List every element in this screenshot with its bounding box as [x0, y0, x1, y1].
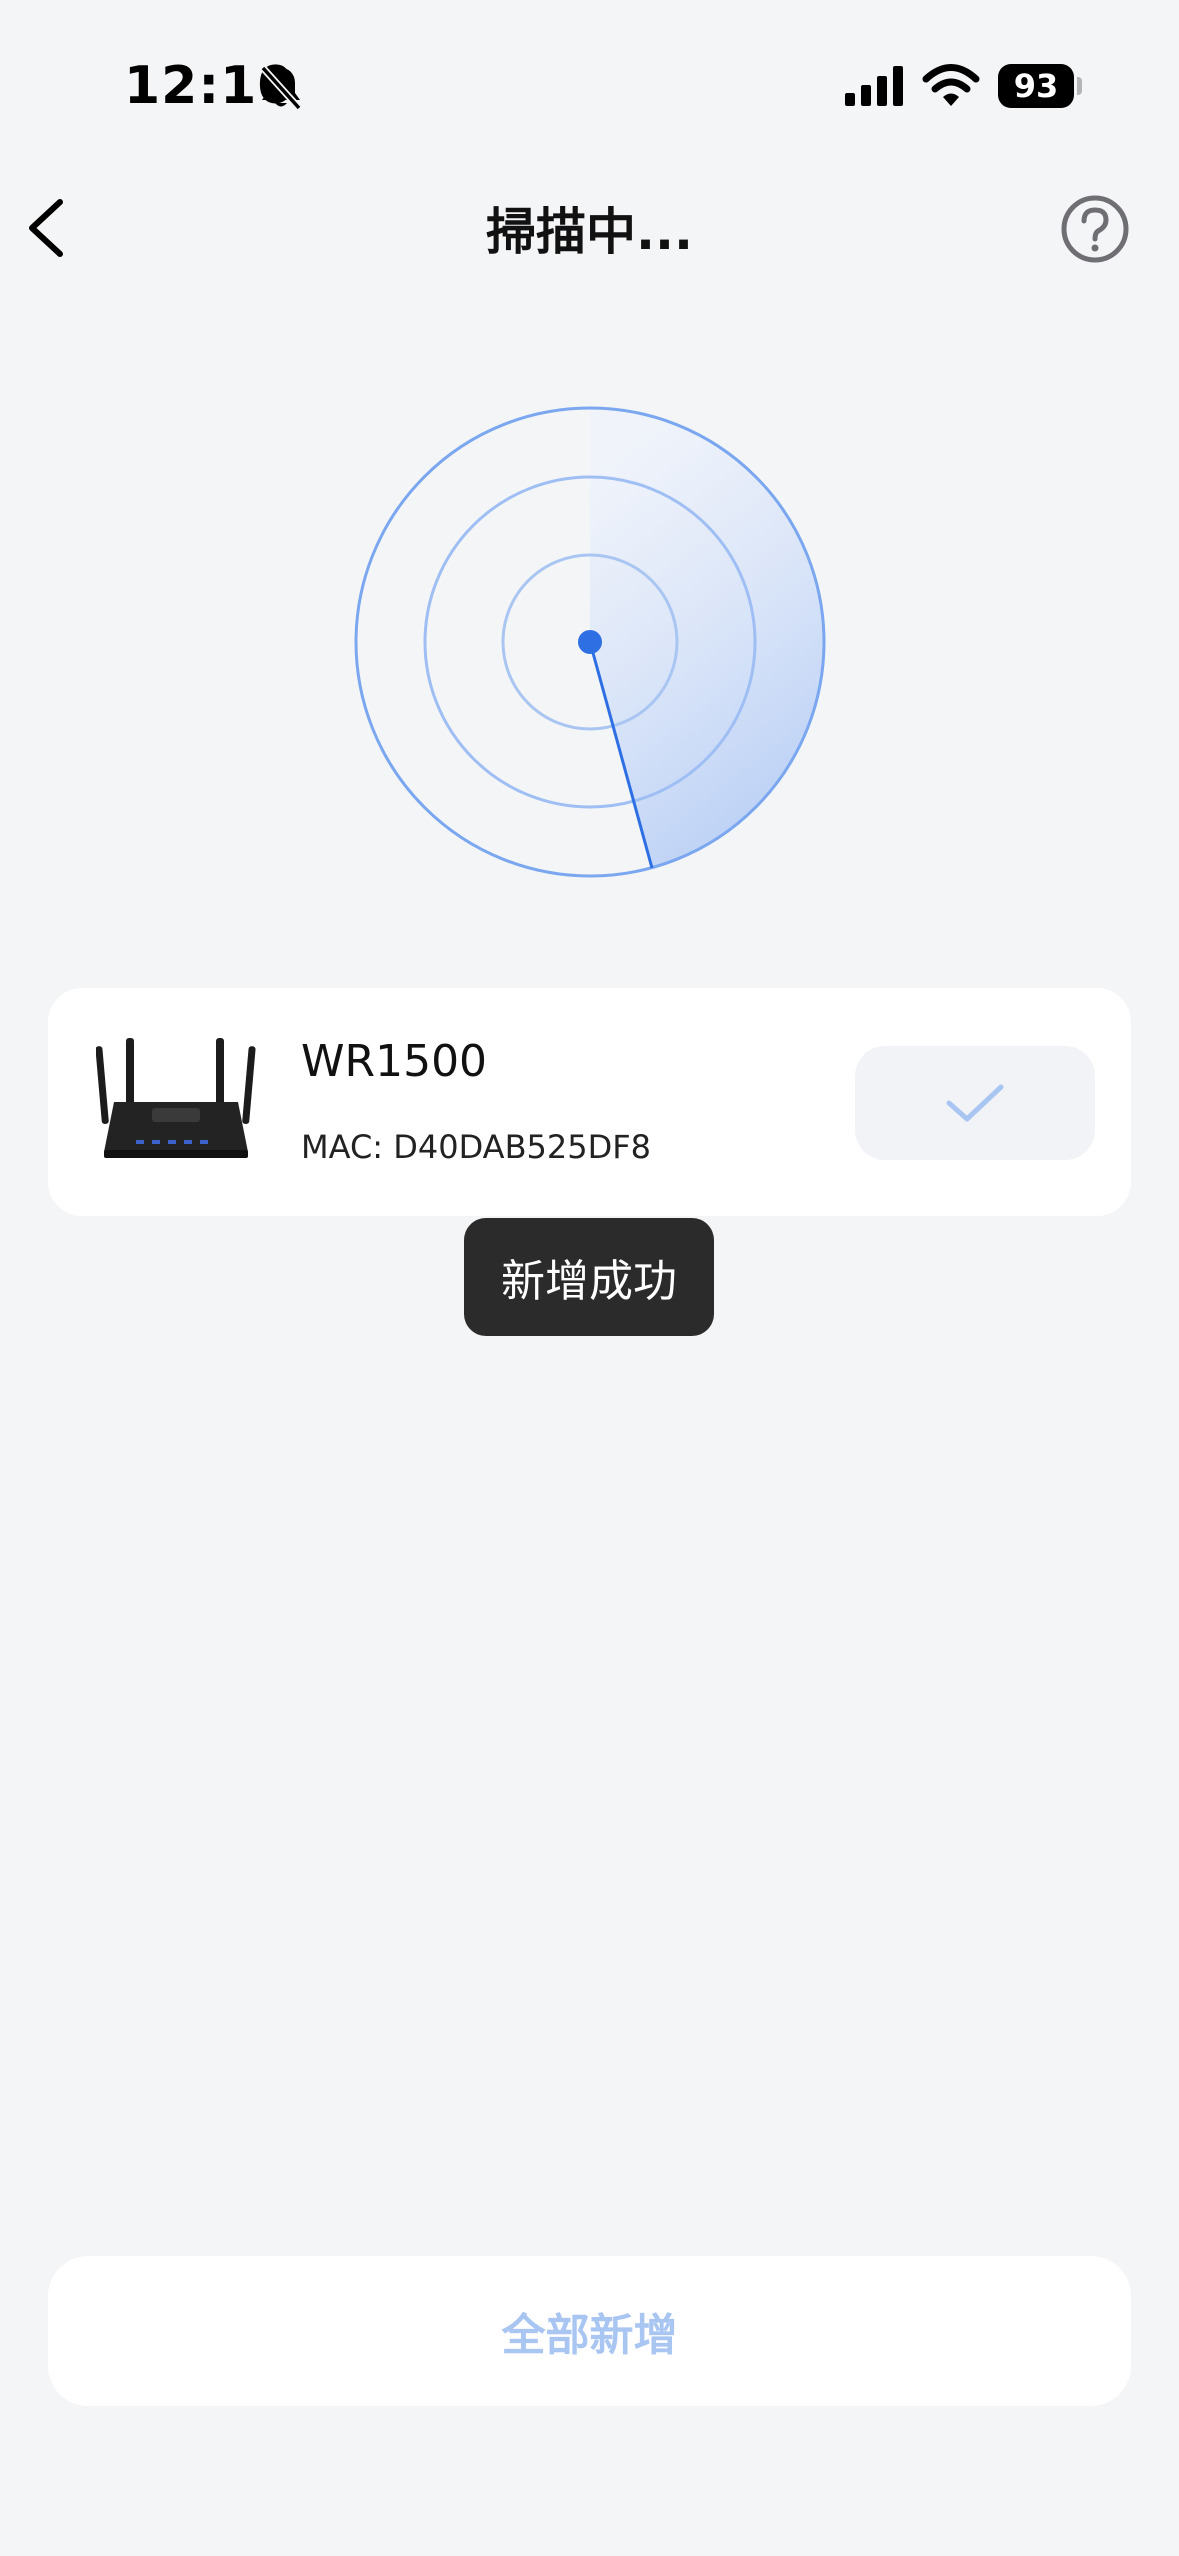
- add-all-button[interactable]: 全部新增: [48, 2256, 1131, 2406]
- bell-slash-icon: [260, 65, 302, 111]
- radar-sweep: [590, 407, 826, 868]
- device-name: WR1500: [301, 1036, 488, 1087]
- battery-icon: 93: [998, 64, 1074, 108]
- toast-message: 新增成功: [464, 1218, 714, 1336]
- battery-tip: [1077, 77, 1082, 95]
- checkmark-icon: [946, 1084, 1004, 1122]
- device-added-button[interactable]: [855, 1046, 1095, 1160]
- page-title: 掃描中...: [486, 203, 693, 261]
- radar-center-dot: [578, 630, 602, 654]
- scan-screen: 12:10 93 掃描中... WR1500 MAC: D40DAB525DF8…: [0, 0, 1179, 2556]
- status-bar: 12:10 93: [0, 0, 1179, 150]
- wifi-icon: [922, 64, 980, 106]
- battery-level: 93: [1013, 67, 1059, 105]
- radar-scan-animation: [354, 406, 826, 878]
- router-image: [96, 1038, 256, 1158]
- cellular-signal-icon: [845, 66, 903, 106]
- question-circle-icon[interactable]: [1060, 194, 1130, 264]
- device-card[interactable]: WR1500 MAC: D40DAB525DF8: [48, 988, 1131, 1216]
- device-mac: MAC: D40DAB525DF8: [301, 1128, 651, 1166]
